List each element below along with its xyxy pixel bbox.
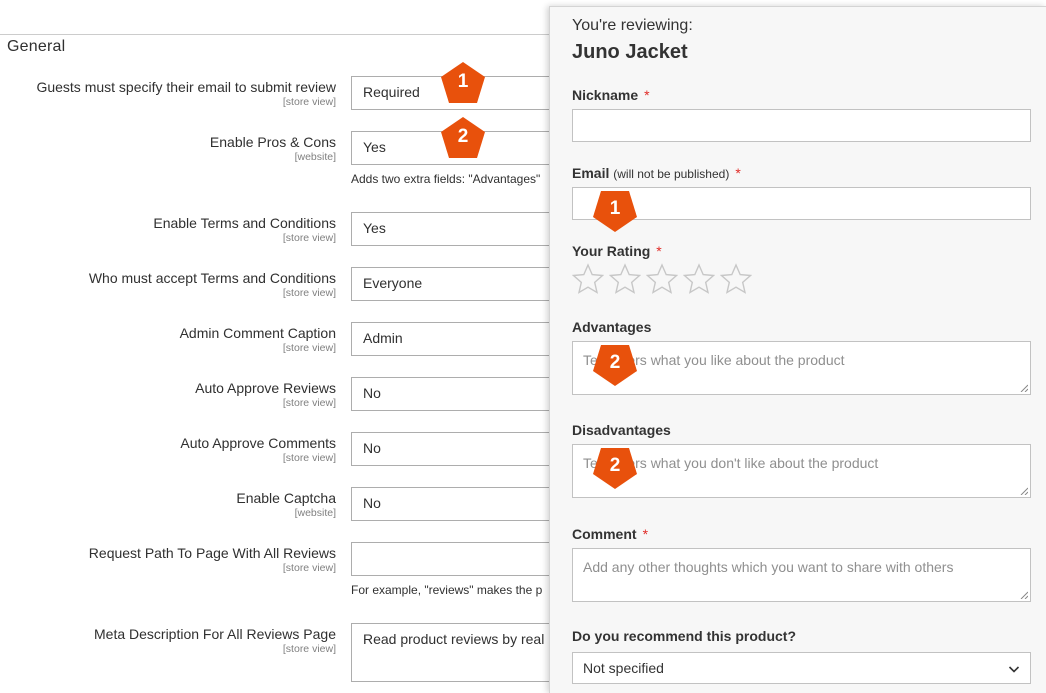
recommend-value: Not specified bbox=[583, 660, 664, 676]
config-scope: [website] bbox=[294, 151, 336, 163]
marker-badge-2: 2 bbox=[439, 116, 487, 160]
config-label: Auto Approve Comments bbox=[180, 435, 336, 451]
star-icon[interactable] bbox=[720, 263, 752, 295]
nickname-input[interactable] bbox=[572, 109, 1031, 142]
config-scope: [store view] bbox=[282, 287, 336, 299]
config-scope: [website] bbox=[294, 507, 336, 519]
recommend-select[interactable]: Not specified bbox=[572, 652, 1031, 684]
resize-grip-icon[interactable] bbox=[1020, 487, 1028, 495]
section-divider bbox=[0, 34, 560, 35]
config-scope: [store view] bbox=[282, 342, 336, 354]
comment-textarea[interactable]: Add any other thoughts which you want to… bbox=[572, 548, 1031, 602]
config-label: Admin Comment Caption bbox=[179, 325, 336, 341]
disadvantages-label: Disadvantages bbox=[572, 422, 671, 438]
email-hint: (will not be published) bbox=[613, 167, 730, 181]
advantages-textarea[interactable]: Tell others what you like about the prod… bbox=[572, 341, 1031, 395]
nickname-label: Nickname * bbox=[572, 87, 650, 103]
comment-placeholder: Add any other thoughts which you want to… bbox=[583, 559, 954, 575]
config-label: Meta Description For All Reviews Page bbox=[94, 626, 336, 642]
meta-description-textarea[interactable]: Read product reviews by real bbox=[351, 623, 560, 682]
captcha-select[interactable]: No bbox=[351, 487, 560, 521]
reviewing-label: You're reviewing: bbox=[572, 17, 693, 34]
marker-badge-1: 1 bbox=[439, 61, 487, 105]
config-scope: [store view] bbox=[282, 232, 336, 244]
star-icon[interactable] bbox=[646, 263, 678, 295]
resize-grip-icon[interactable] bbox=[1020, 384, 1028, 392]
star-icon[interactable] bbox=[572, 263, 604, 295]
config-scope: [store view] bbox=[282, 397, 336, 409]
advantages-label: Advantages bbox=[572, 319, 652, 335]
marker-badge-2: 2 bbox=[591, 343, 639, 387]
star-icon[interactable] bbox=[609, 263, 641, 295]
config-scope: [store view] bbox=[282, 452, 336, 464]
recommend-label: Do you recommend this product? bbox=[572, 628, 797, 644]
config-label: Enable Terms and Conditions bbox=[153, 215, 336, 231]
required-mark: * bbox=[656, 243, 662, 259]
product-name: Juno Jacket bbox=[572, 41, 688, 63]
required-mark: * bbox=[735, 165, 741, 181]
terms-select[interactable]: Yes bbox=[351, 212, 560, 246]
marker-badge-2: 2 bbox=[591, 446, 639, 490]
request-path-input[interactable] bbox=[351, 542, 560, 576]
config-scope: [store view] bbox=[282, 96, 336, 108]
section-title-general: General bbox=[7, 38, 66, 55]
rating-label: Your Rating * bbox=[572, 243, 662, 259]
chevron-down-icon bbox=[1008, 666, 1020, 673]
config-label: Who must accept Terms and Conditions bbox=[88, 270, 336, 286]
config-label: Auto Approve Reviews bbox=[195, 380, 336, 396]
rating-stars bbox=[572, 263, 752, 297]
star-icon[interactable] bbox=[683, 263, 715, 295]
disadvantages-textarea[interactable]: Tell others what you don't like about th… bbox=[572, 444, 1031, 498]
auto-approve-comments-select[interactable]: No bbox=[351, 432, 560, 466]
comment-label: Comment * bbox=[572, 526, 649, 542]
terms-accept-select[interactable]: Everyone bbox=[351, 267, 560, 301]
marker-badge-1: 1 bbox=[591, 189, 639, 233]
required-mark: * bbox=[642, 526, 649, 542]
config-label: Enable Captcha bbox=[236, 490, 336, 506]
resize-grip-icon[interactable] bbox=[1020, 591, 1028, 599]
config-note: For example, "reviews" makes the p bbox=[351, 583, 543, 597]
config-label: Request Path To Page With All Reviews bbox=[88, 545, 336, 561]
required-mark: * bbox=[644, 87, 650, 103]
admin-caption-input[interactable]: Admin bbox=[351, 322, 560, 356]
config-scope: [store view] bbox=[282, 562, 336, 574]
config-note: Adds two extra fields: "Advantages" bbox=[351, 172, 541, 186]
config-label: Enable Pros & Cons bbox=[209, 134, 336, 150]
email-label: Email (will not be published) * bbox=[572, 165, 741, 181]
config-label: Guests must specify their email to submi… bbox=[36, 79, 336, 95]
auto-approve-reviews-select[interactable]: No bbox=[351, 377, 560, 411]
config-scope: [store view] bbox=[282, 643, 336, 655]
email-input[interactable] bbox=[572, 187, 1031, 220]
